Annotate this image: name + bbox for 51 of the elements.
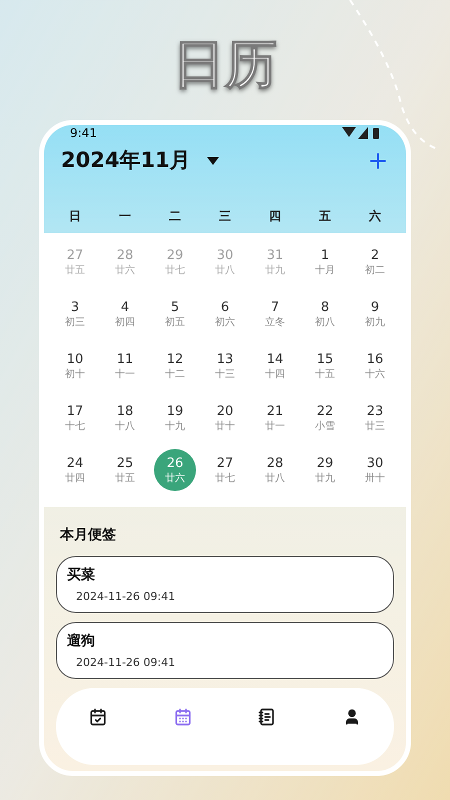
day-cell[interactable]: 3 初三 bbox=[54, 293, 96, 335]
day-cell[interactable]: 27 廿七 bbox=[204, 449, 246, 491]
calendar-tab-icon[interactable] bbox=[174, 708, 192, 726]
day-cell[interactable]: 12 十二 bbox=[154, 345, 196, 387]
headline: 日历 bbox=[173, 34, 277, 97]
weekday-label: 一 bbox=[118, 208, 132, 224]
day-cell[interactable]: 10 初十 bbox=[54, 345, 96, 387]
day-cell[interactable]: 1 十月 bbox=[304, 241, 346, 283]
day-cell[interactable]: 9 初九 bbox=[354, 293, 396, 335]
day-cell[interactable]: 2 初二 bbox=[354, 241, 396, 283]
day-cell[interactable]: 17 十七 bbox=[54, 397, 96, 439]
day-cell[interactable]: 19 十九 bbox=[154, 397, 196, 439]
note-time: 2024-11-26 09:41 bbox=[76, 655, 176, 671]
note-card[interactable]: 买菜 2024-11-26 09:41 bbox=[56, 556, 394, 613]
day-cell[interactable]: 25 廿五 bbox=[104, 449, 146, 491]
day-cell[interactable]: 14 十四 bbox=[254, 345, 296, 387]
day-cell[interactable]: 13 十三 bbox=[204, 345, 246, 387]
weekday-label: 六 bbox=[368, 208, 382, 224]
note-time: 2024-11-26 09:41 bbox=[76, 589, 176, 605]
day-cell[interactable]: 22 小雪 bbox=[304, 397, 346, 439]
weekday-label: 二 bbox=[168, 208, 182, 224]
day-cell[interactable]: 6 初六 bbox=[204, 293, 246, 335]
day-cell[interactable]: 15 十五 bbox=[304, 345, 346, 387]
note-title: 遛狗 bbox=[67, 632, 96, 651]
day-cell[interactable]: 18 十八 bbox=[104, 397, 146, 439]
weekday-label: 日 bbox=[68, 208, 82, 224]
day-cell[interactable]: 23 廿三 bbox=[354, 397, 396, 439]
day-cell[interactable]: 21 廿一 bbox=[254, 397, 296, 439]
day-cell[interactable]: 24 廿四 bbox=[54, 449, 96, 491]
weekday-label: 三 bbox=[218, 208, 232, 224]
status-time: 9:41 bbox=[70, 127, 97, 139]
day-cell[interactable]: 5 初五 bbox=[154, 293, 196, 335]
note-card[interactable]: 遛狗 2024-11-26 09:41 bbox=[56, 622, 394, 679]
note-title: 买菜 bbox=[67, 566, 96, 585]
day-cell[interactable]: 28 廿八 bbox=[254, 449, 296, 491]
day-cell[interactable]: 11 十一 bbox=[104, 345, 146, 387]
day-cell[interactable]: 20 廿十 bbox=[204, 397, 246, 439]
day-cell[interactable]: 29 廿九 bbox=[304, 449, 346, 491]
weekday-label: 五 bbox=[318, 208, 332, 224]
month-title: 2024年11月 bbox=[61, 147, 191, 174]
day-cell[interactable]: 4 初四 bbox=[104, 293, 146, 335]
tasks-tab-icon[interactable] bbox=[89, 708, 108, 726]
notebook-tab-icon[interactable] bbox=[258, 708, 276, 726]
day-cell[interactable]: 30 卅十 bbox=[354, 449, 396, 491]
day-cell[interactable]: 7 立冬 bbox=[254, 293, 296, 335]
month-dropdown-icon[interactable] bbox=[206, 156, 219, 165]
status-icons bbox=[342, 127, 382, 139]
day-cell[interactable]: 16 十六 bbox=[354, 345, 396, 387]
day-cell[interactable]: 8 初八 bbox=[304, 293, 346, 335]
weekday-label: 四 bbox=[268, 208, 282, 224]
notes-title: 本月便签 bbox=[60, 526, 117, 545]
